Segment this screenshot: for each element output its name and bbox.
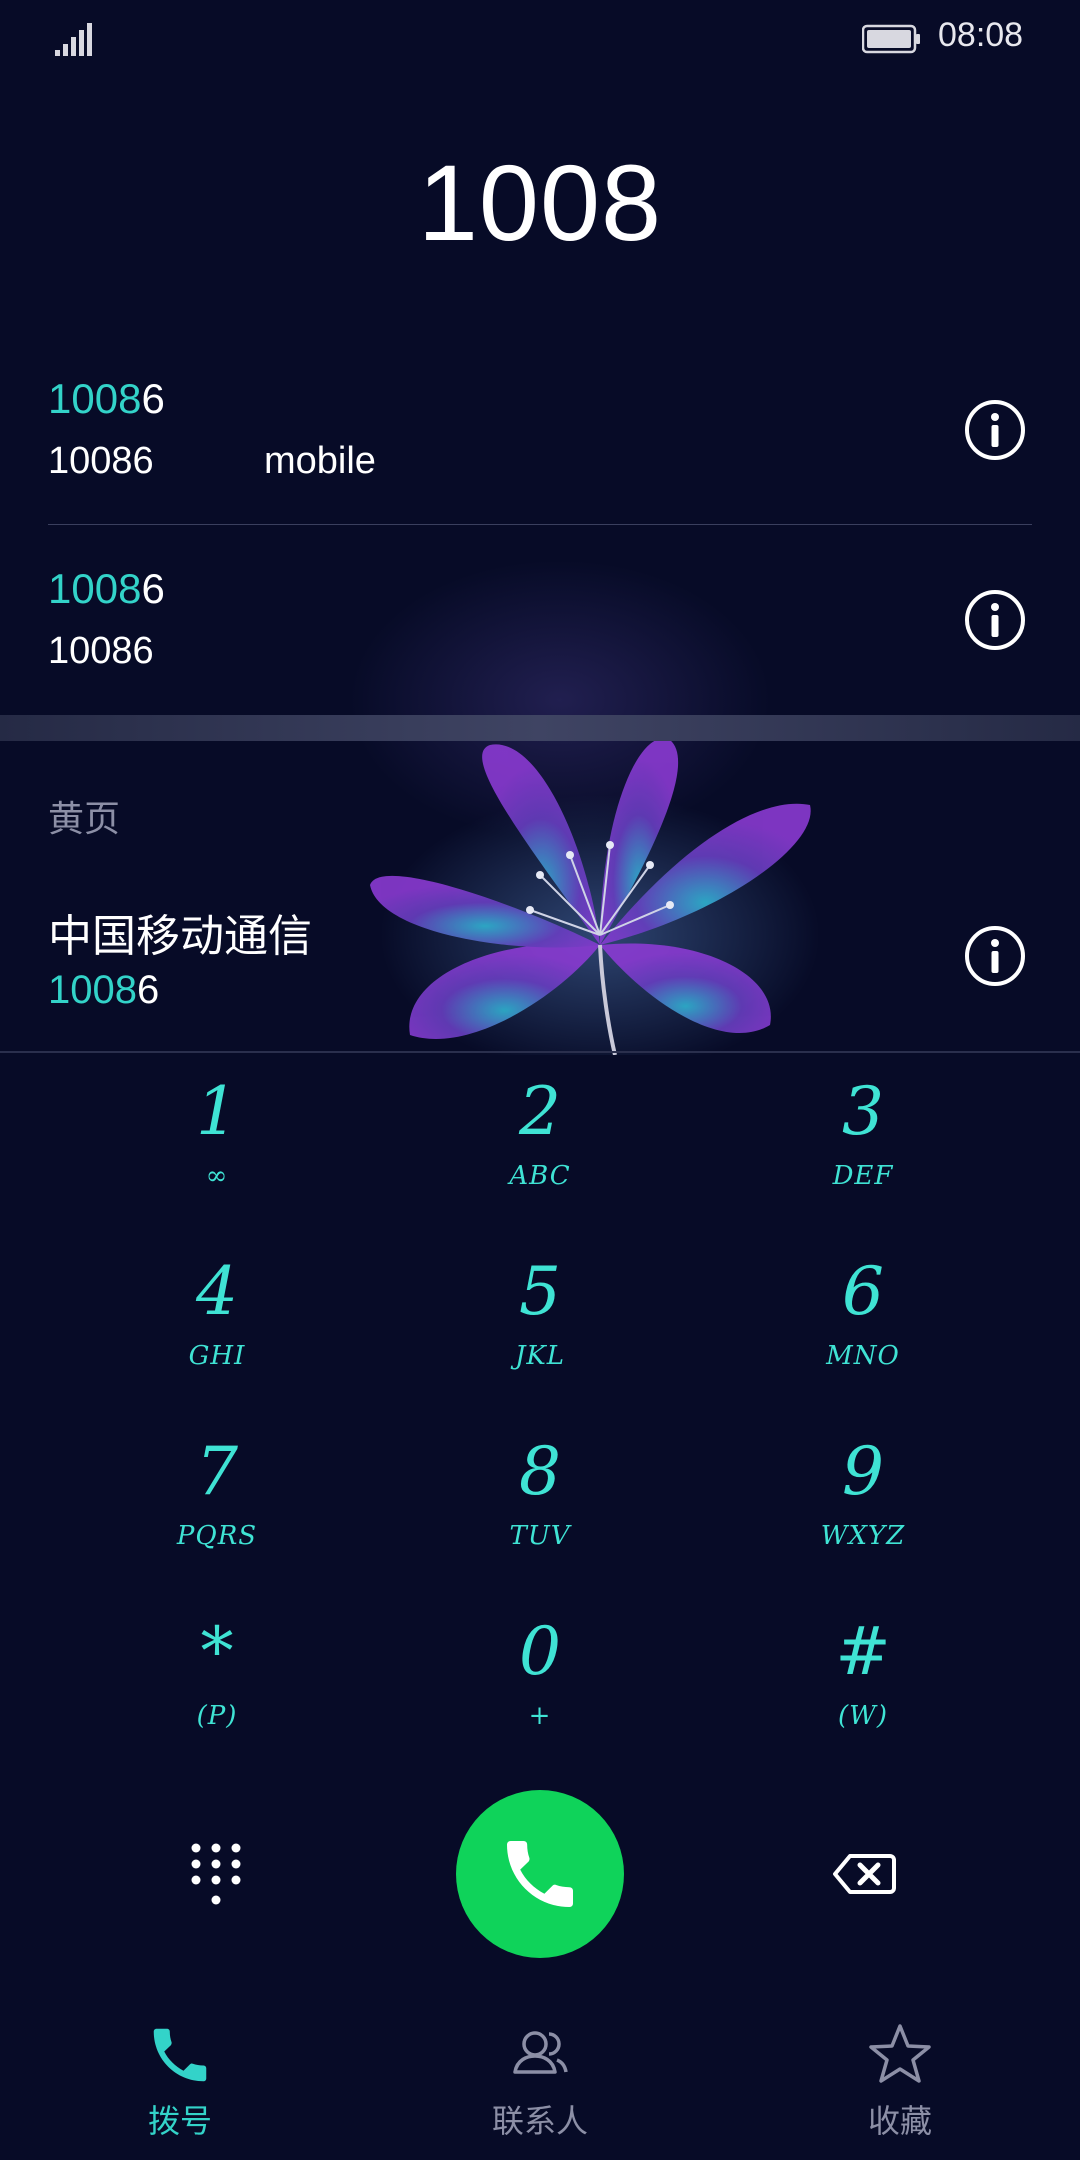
signal-icon xyxy=(55,23,92,56)
tab-dial[interactable]: 拨号 xyxy=(80,2020,280,2142)
key-2[interactable]: 2 ABC xyxy=(430,1060,650,1220)
result-type: mobile xyxy=(264,440,376,482)
yellow-pages-label: 黄页 xyxy=(48,799,121,840)
bottom-nav: 拨号 联系人 收藏 xyxy=(0,2020,1080,2160)
backspace-icon[interactable] xyxy=(832,1852,896,1896)
contacts-icon xyxy=(513,2031,568,2074)
key-0[interactable]: 0 + xyxy=(430,1600,650,1760)
result-number: 10086 xyxy=(48,375,165,422)
key-5[interactable]: 5 JKL xyxy=(430,1240,650,1400)
result-row[interactable]: 10086 10086 mobile xyxy=(0,335,1080,525)
dialed-number: 1008 xyxy=(417,142,663,263)
dialer-screen: 08:08 1008 10086 10086 mobile 10086 1008… xyxy=(0,0,1080,2160)
phone-icon xyxy=(507,1841,573,1907)
search-results: 10086 10086 mobile 10086 10086 xyxy=(0,335,1080,715)
section-separator xyxy=(0,715,1080,741)
keypad-divider xyxy=(0,1051,1080,1053)
info-icon[interactable] xyxy=(964,925,1026,987)
battery-icon xyxy=(862,24,920,54)
key-6[interactable]: 6 MNO xyxy=(753,1240,973,1400)
call-button[interactable] xyxy=(456,1790,624,1958)
key-3[interactable]: 3 DEF xyxy=(753,1060,973,1220)
result-row[interactable]: 10086 10086 xyxy=(0,525,1080,715)
dialpad-toggle-icon[interactable] xyxy=(186,1840,246,1910)
key-4[interactable]: 4 GHI xyxy=(107,1240,327,1400)
flower-decoration xyxy=(370,738,820,1055)
info-icon[interactable] xyxy=(964,589,1026,651)
key-star[interactable]: * (P) xyxy=(107,1600,327,1760)
voicemail-icon: ∞ xyxy=(205,1161,229,1191)
tab-dial-label: 拨号 xyxy=(147,2102,212,2140)
business-number: 10086 xyxy=(48,968,160,1012)
business-name: 中国移动通信 xyxy=(48,911,312,962)
info-icon[interactable] xyxy=(964,399,1026,461)
result-subtitle: 10086 xyxy=(48,630,154,672)
tab-contacts-label: 联系人 xyxy=(491,2102,588,2140)
tab-contacts[interactable]: 联系人 xyxy=(440,2020,640,2142)
result-number: 10086 xyxy=(48,565,165,612)
tab-favorites[interactable]: 收藏 xyxy=(800,2020,1000,2142)
key-9[interactable]: 9 WXYZ xyxy=(753,1420,973,1580)
star-icon xyxy=(869,2024,931,2083)
tab-favorites-label: 收藏 xyxy=(867,2102,932,2140)
phone-icon xyxy=(153,2028,207,2082)
key-1[interactable]: 1 ∞ xyxy=(107,1060,327,1220)
result-subtitle: 10086 xyxy=(48,440,154,482)
key-hash[interactable]: # (W) xyxy=(753,1600,973,1760)
status-bar: 08:08 xyxy=(0,0,1080,80)
key-8[interactable]: 8 TUV xyxy=(430,1420,650,1580)
key-7[interactable]: 7 PQRS xyxy=(107,1420,327,1580)
status-time: 08:08 xyxy=(938,16,1024,54)
